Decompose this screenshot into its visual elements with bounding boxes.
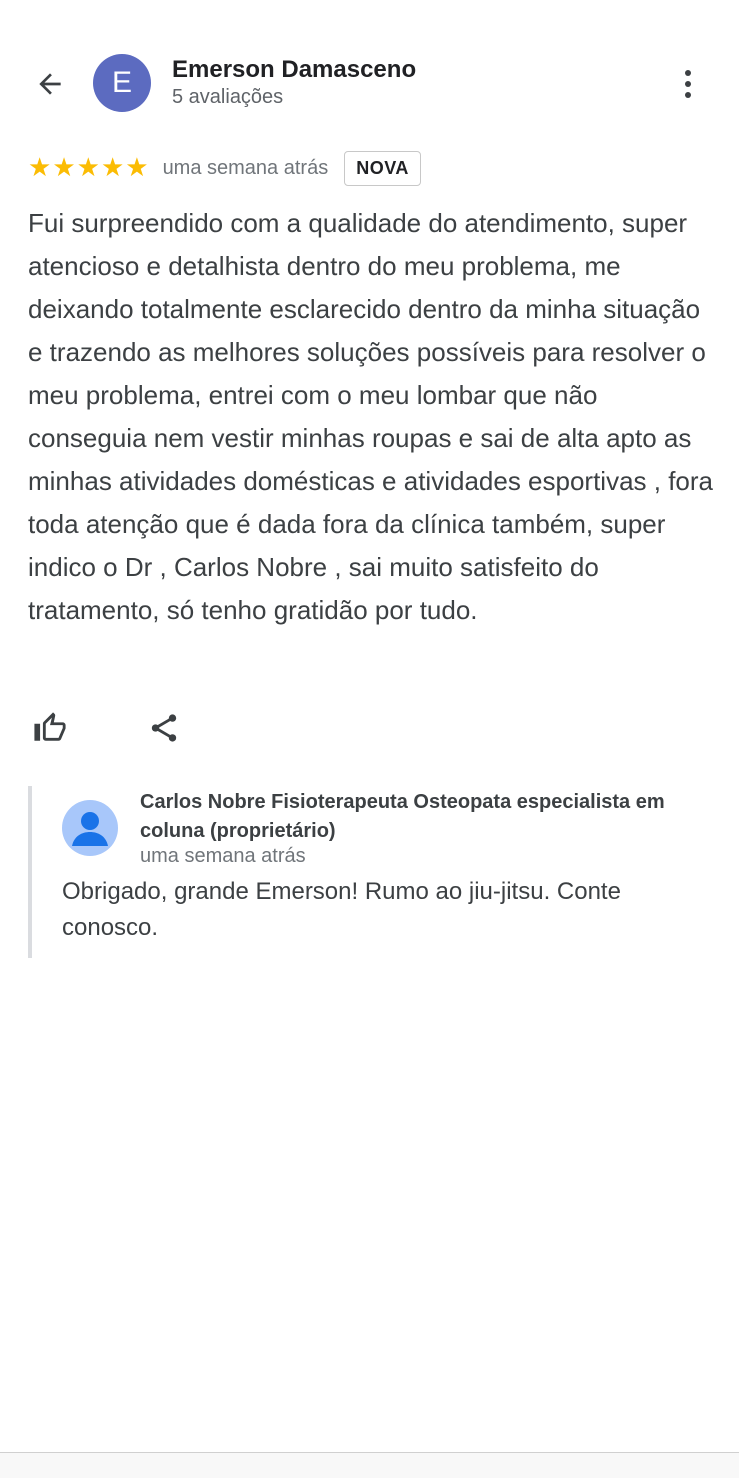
owner-avatar — [62, 800, 118, 856]
star-icon: ★ — [125, 153, 149, 183]
status-bar — [0, 0, 739, 6]
review-time: uma semana atrás — [162, 156, 329, 179]
star-rating: ★ ★ ★ ★ ★ — [28, 155, 149, 181]
review-actions — [28, 706, 186, 750]
avatar-initial: E — [111, 66, 132, 99]
more-vert-icon — [685, 70, 691, 76]
star-icon: ★ — [100, 153, 125, 183]
reviewer-name[interactable]: Emerson Damasceno — [172, 56, 416, 84]
person-icon — [72, 812, 108, 846]
bottom-separator — [0, 1452, 739, 1478]
new-badge: NOVA — [344, 150, 421, 186]
reviewer-review-count: 5 avaliações — [172, 86, 284, 108]
review-text: Fui surpreendido com a qualidade do aten… — [28, 208, 714, 625]
share-button[interactable] — [142, 706, 186, 750]
star-icon: ★ — [28, 153, 52, 183]
thumb-up-icon — [34, 712, 66, 741]
owner-response-text: Obrigado, grande Emerson! Rumo ao jiu-ji… — [62, 878, 621, 941]
reviewer-avatar[interactable]: E — [93, 54, 151, 112]
back-button[interactable] — [26, 62, 74, 106]
owner-response-time: uma semana atrás — [140, 845, 306, 867]
rating-row: ★ ★ ★ ★ ★ uma semana atrás NOVA — [28, 148, 421, 188]
review-page: E Emerson Damasceno 5 avaliações ★ ★ ★ ★… — [0, 0, 739, 1478]
header: E Emerson Damasceno 5 avaliações — [0, 50, 739, 116]
more-vert-icon-dot — [685, 92, 691, 98]
more-options-button[interactable] — [668, 62, 708, 106]
star-icon: ★ — [76, 153, 100, 183]
arrow-back-icon — [39, 73, 61, 95]
like-button[interactable] — [28, 706, 72, 750]
owner-response: Carlos Nobre Fisioterapeuta Osteopata es… — [28, 786, 718, 958]
share-icon — [151, 714, 177, 742]
star-icon: ★ — [52, 153, 76, 183]
owner-name: Carlos Nobre Fisioterapeuta Osteopata es… — [140, 791, 665, 842]
more-vert-icon-dot — [685, 81, 691, 87]
